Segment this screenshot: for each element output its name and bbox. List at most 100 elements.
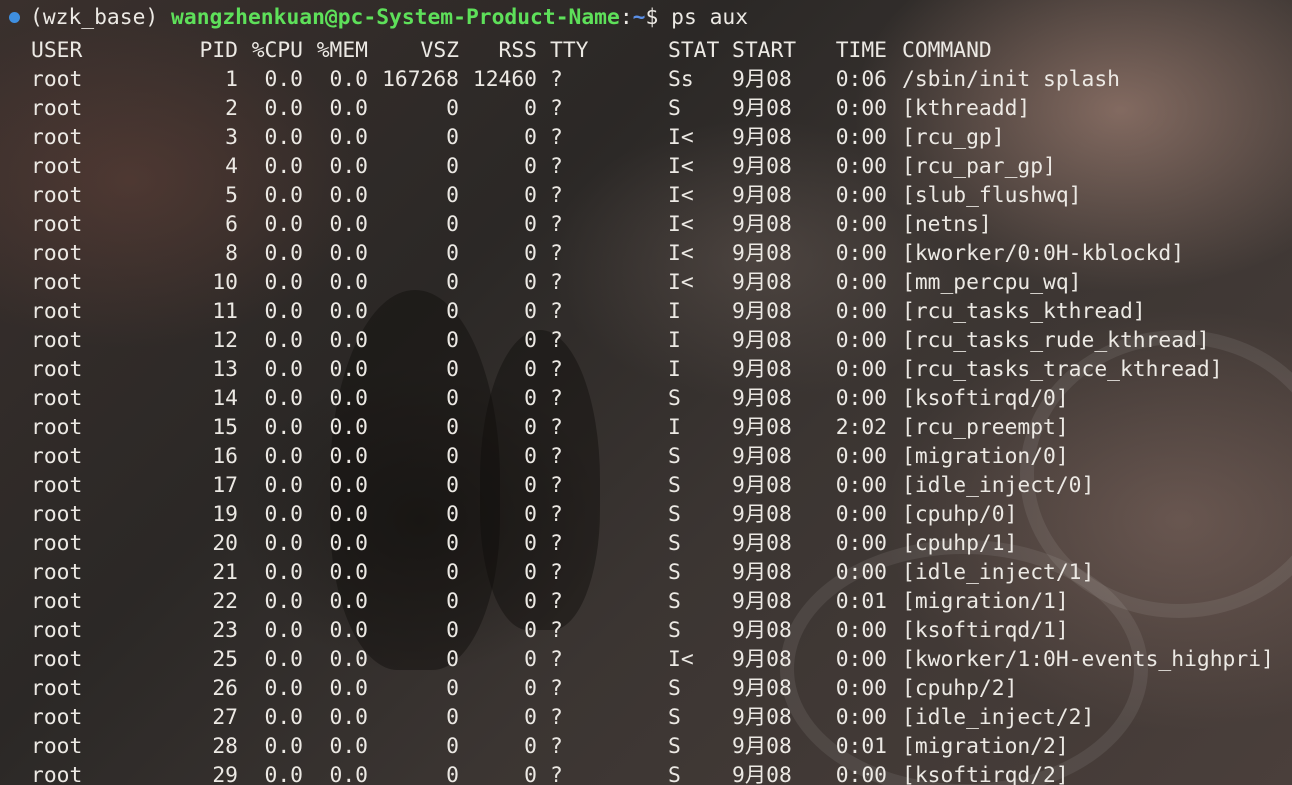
cell-user: root <box>31 502 83 527</box>
command-status-dot-icon[interactable] <box>9 12 20 23</box>
cell-user: root <box>31 328 83 353</box>
cell-command: [rcu_preempt] <box>902 415 1069 440</box>
cell-stat: I< <box>668 154 694 179</box>
cell-vsz: 0 <box>446 734 459 759</box>
cell-start: 9月08 <box>732 676 792 701</box>
cell-start: 9月08 <box>732 270 792 295</box>
cell-time: 0:00 <box>835 299 887 324</box>
cell-tty: ? <box>550 647 563 672</box>
cell-tty: ? <box>550 531 563 556</box>
cell-command: [slub_flushwq] <box>902 183 1082 208</box>
cell-command: [rcu_par_gp] <box>902 154 1056 179</box>
cell-mem: 0.0 <box>329 473 368 498</box>
cell-time: 0:00 <box>835 357 887 382</box>
cell-cpu: 0.0 <box>264 415 303 440</box>
cell-vsz: 0 <box>446 531 459 556</box>
cell-command: [cpuhp/0] <box>902 502 1018 527</box>
cell-pid: 6 <box>225 212 238 237</box>
cell-command: [rcu_tasks_kthread] <box>902 299 1146 324</box>
table-row: root 6 0.0 0.0 0 0? I< 9月08 0:00 [netns] <box>0 210 1292 239</box>
cell-user: root <box>31 183 83 208</box>
table-row: root 29 0.0 0.0 0 0? S 9月08 0:00 [ksoftirqd/2] <box>0 761 1292 785</box>
cell-stat: S <box>668 589 681 614</box>
cell-time: 0:06 <box>835 67 887 92</box>
cell-vsz: 0 <box>446 415 459 440</box>
cell-start: 9月08 <box>732 763 792 785</box>
cell-vsz: 0 <box>446 386 459 411</box>
cell-start: 9月08 <box>732 386 792 411</box>
cell-cpu: 0.0 <box>264 357 303 382</box>
cell-tty: ? <box>550 328 563 353</box>
cell-pid: 27 <box>212 705 238 730</box>
header-cpu: %CPU <box>251 38 303 63</box>
cell-pid: 26 <box>212 676 238 701</box>
cell-stat: S <box>668 560 681 585</box>
table-row: root 22 0.0 0.0 0 0? S 9月08 0:01 [migration/1] <box>0 587 1292 616</box>
cell-stat: I <box>668 357 681 382</box>
cell-user: root <box>31 357 83 382</box>
conda-env: (wzk_base) <box>30 5 159 30</box>
table-row: root 25 0.0 0.0 0 0? I< 9月08 0:00 [kworker/1:0H-e… <box>0 645 1292 674</box>
cell-time: 0:00 <box>835 444 887 469</box>
cell-vsz: 0 <box>446 676 459 701</box>
cell-tty: ? <box>550 96 563 121</box>
cell-pid: 23 <box>212 618 238 643</box>
cell-stat: Ss <box>668 67 694 92</box>
path-separator: : <box>619 5 633 30</box>
cell-pid: 5 <box>225 183 238 208</box>
table-row: root 13 0.0 0.0 0 0? I 9月08 0:00 [rcu_tasks_trace… <box>0 355 1292 384</box>
header-rss: RSS <box>498 38 537 63</box>
cell-command: [kworker/0:0H-kblockd] <box>902 241 1185 266</box>
cell-user: root <box>31 705 83 730</box>
cell-start: 9月08 <box>732 502 792 527</box>
table-row: root 12 0.0 0.0 0 0? I 9月08 0:00 [rcu_tasks_rude_… <box>0 326 1292 355</box>
cell-time: 0:00 <box>835 560 887 585</box>
terminal-output[interactable]: (wzk_base) wangzhenkuan@pc-System-Produc… <box>0 0 1292 785</box>
cell-cpu: 0.0 <box>264 299 303 324</box>
cell-pid: 19 <box>212 502 238 527</box>
cell-pid: 21 <box>212 560 238 585</box>
cell-mem: 0.0 <box>329 647 368 672</box>
cell-mem: 0.0 <box>329 560 368 585</box>
cell-start: 9月08 <box>732 299 792 324</box>
table-row: root 23 0.0 0.0 0 0? S 9月08 0:00 [ksoftirqd/1] <box>0 616 1292 645</box>
cell-start: 9月08 <box>732 444 792 469</box>
cell-tty: ? <box>550 444 563 469</box>
terminal-window[interactable]: (wzk_base) wangzhenkuan@pc-System-Produc… <box>0 0 1292 785</box>
cell-vsz: 0 <box>446 212 459 237</box>
cell-cpu: 0.0 <box>264 212 303 237</box>
cell-rss: 0 <box>524 618 537 643</box>
cell-start: 9月08 <box>732 734 792 759</box>
cell-pid: 1 <box>225 67 238 92</box>
cell-time: 0:00 <box>835 705 887 730</box>
shell-prompt: (wzk_base) wangzhenkuan@pc-System-Produc… <box>30 0 748 36</box>
cell-stat: I <box>668 415 681 440</box>
cell-pid: 29 <box>212 763 238 785</box>
cell-mem: 0.0 <box>329 212 368 237</box>
cell-cpu: 0.0 <box>264 183 303 208</box>
cell-time: 0:00 <box>835 125 887 150</box>
cell-rss: 0 <box>524 154 537 179</box>
table-row: root 28 0.0 0.0 0 0? S 9月08 0:01 [migration/2] <box>0 732 1292 761</box>
cell-start: 9月08 <box>732 618 792 643</box>
cell-start: 9月08 <box>732 415 792 440</box>
cell-start: 9月08 <box>732 647 792 672</box>
cell-user: root <box>31 560 83 585</box>
cell-rss: 0 <box>524 473 537 498</box>
cell-command: [netns] <box>902 212 992 237</box>
cell-command: [rcu_tasks_rude_kthread] <box>902 328 1210 353</box>
table-row: root 26 0.0 0.0 0 0? S 9月08 0:00 [cpuhp/2] <box>0 674 1292 703</box>
cell-command: [migration/2] <box>902 734 1069 759</box>
table-row: root 27 0.0 0.0 0 0? S 9月08 0:00 [idle_inject/2] <box>0 703 1292 732</box>
cell-time: 0:00 <box>835 618 887 643</box>
cell-stat: S <box>668 734 681 759</box>
cell-mem: 0.0 <box>329 386 368 411</box>
cell-vsz: 167268 <box>382 67 459 92</box>
cell-tty: ? <box>550 212 563 237</box>
cell-pid: 13 <box>212 357 238 382</box>
cell-mem: 0.0 <box>329 415 368 440</box>
cell-tty: ? <box>550 357 563 382</box>
cell-pid: 12 <box>212 328 238 353</box>
cell-rss: 0 <box>524 734 537 759</box>
cell-mem: 0.0 <box>329 531 368 556</box>
